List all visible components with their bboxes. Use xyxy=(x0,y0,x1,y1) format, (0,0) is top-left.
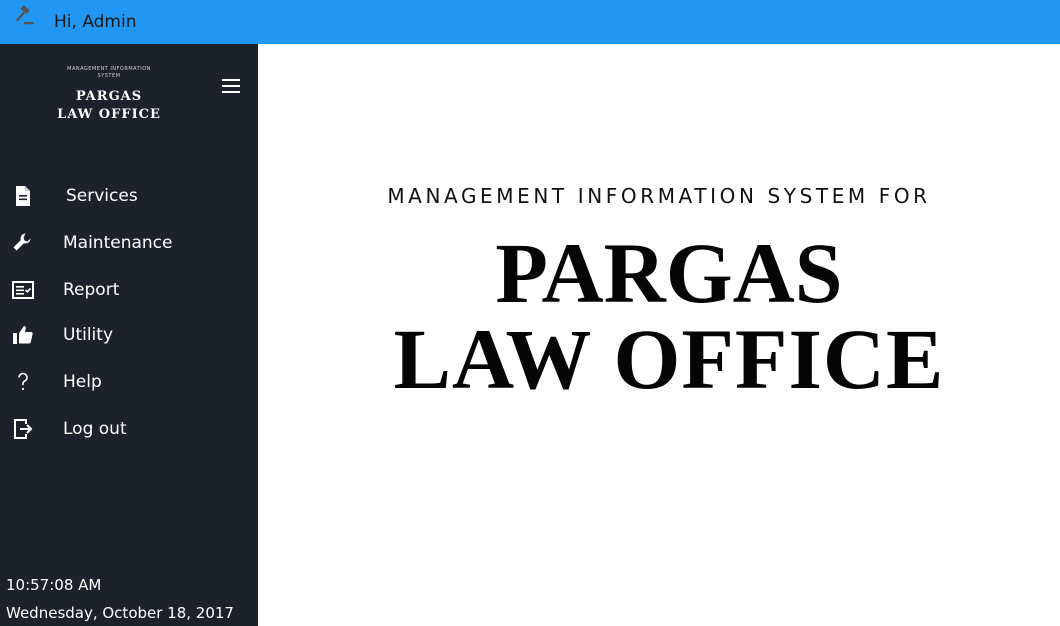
banner-title-line1: PARGAS xyxy=(495,225,843,321)
thumbs-up-icon xyxy=(13,326,33,344)
logout-icon xyxy=(14,419,33,439)
question-icon xyxy=(18,372,28,391)
sidebar-item-maintenance[interactable]: Maintenance xyxy=(0,223,258,263)
logo-subtitle: MANAGEMENT INFORMATION SYSTEM xyxy=(67,66,151,79)
banner-subtitle: MANAGEMENT INFORMATION SYSTEM FOR xyxy=(387,184,931,208)
wrench-icon xyxy=(13,233,31,251)
sidebar-item-label: Log out xyxy=(63,419,127,439)
sidebar-item-utility[interactable]: Utility xyxy=(0,315,258,355)
hamburger-menu-icon[interactable] xyxy=(222,79,242,95)
logo-title-line1: PARGAS xyxy=(75,89,143,104)
sidebar-item-label: Report xyxy=(63,280,120,300)
sidebar-item-help[interactable]: Help xyxy=(0,362,258,402)
gavel-icon xyxy=(16,5,34,25)
sidebar-item-label: Services xyxy=(66,186,138,206)
sidebar: MANAGEMENT INFORMATION SYSTEM PARGAS LAW… xyxy=(0,44,258,626)
main-content: MANAGEMENT INFORMATION SYSTEM FOR PARGAS… xyxy=(258,44,1060,626)
report-icon xyxy=(12,281,34,299)
sidebar-logo: MANAGEMENT INFORMATION SYSTEM PARGAS LAW… xyxy=(48,58,170,154)
greeting-text: Hi, Admin xyxy=(54,12,137,32)
clock-date: Wednesday, October 18, 2017 xyxy=(6,604,234,622)
banner-title-line2: LAW OFFICE xyxy=(393,311,945,407)
sidebar-item-logout[interactable]: Log out xyxy=(0,409,258,449)
sidebar-item-label: Maintenance xyxy=(63,233,173,253)
clock-time: 10:57:08 AM xyxy=(6,576,102,594)
sidebar-item-report[interactable]: Report xyxy=(0,270,258,310)
sidebar-item-label: Help xyxy=(63,372,102,392)
document-icon xyxy=(16,186,30,206)
sidebar-item-label: Utility xyxy=(63,325,114,345)
top-bar: Hi, Admin xyxy=(0,0,1060,44)
logo-title-line2: LAW OFFICE xyxy=(57,107,161,122)
sidebar-item-services[interactable]: Services xyxy=(0,176,258,216)
